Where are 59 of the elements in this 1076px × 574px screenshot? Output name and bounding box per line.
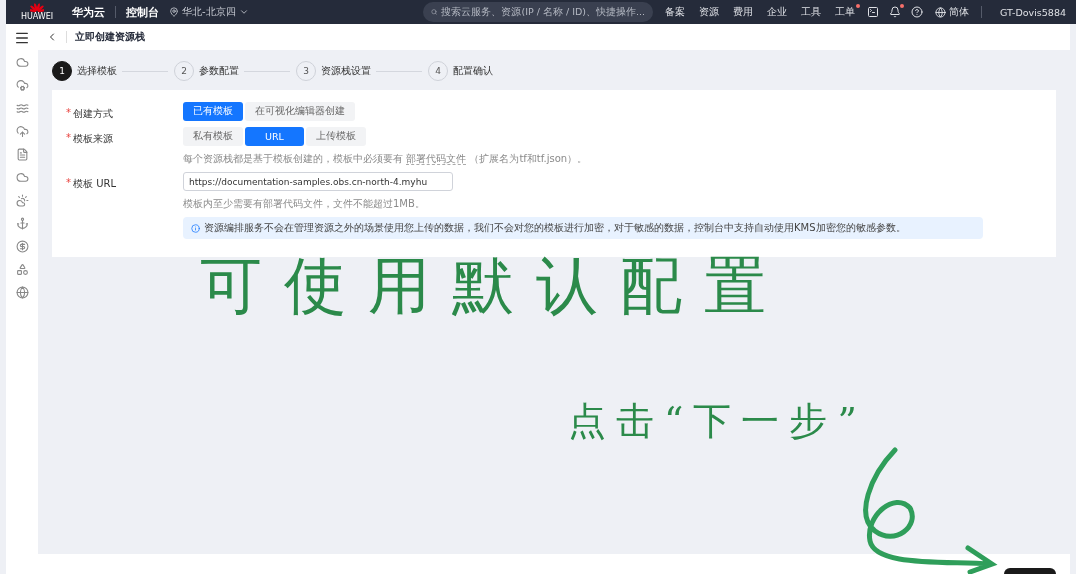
- search-field[interactable]: 搜索云服务、资源(IP / 名称 / ID)、快捷操作...: [423, 2, 654, 22]
- option-button[interactable]: URL: [245, 127, 304, 146]
- petal-logo-icon: [30, 3, 44, 13]
- anchor-icon[interactable]: [15, 217, 29, 230]
- handwritten-annotation: 点击“下一步”: [568, 398, 867, 445]
- handwritten-annotation: 可使用默认配置: [200, 248, 788, 324]
- nav-link[interactable]: 企业: [765, 5, 790, 19]
- option-button[interactable]: 上传模板: [306, 127, 366, 146]
- option-button[interactable]: 在可视化编辑器创建: [245, 102, 355, 121]
- waves-icon[interactable]: [15, 102, 29, 115]
- required-mark: *: [66, 107, 71, 120]
- globe-icon[interactable]: [15, 286, 29, 299]
- cloud-icon[interactable]: [15, 171, 29, 184]
- option-button[interactable]: 已有模板: [183, 102, 243, 121]
- hint-link[interactable]: 部署代码文件: [406, 153, 467, 165]
- cloud-upload-icon[interactable]: [15, 125, 29, 138]
- next-button[interactable]: [1004, 568, 1056, 574]
- url-input[interactable]: https://documentation-samples.obs.cn-north-4.myhu: [183, 172, 453, 191]
- nav-link[interactable]: 备案: [663, 5, 688, 19]
- option-button[interactable]: 私有模板: [183, 127, 243, 146]
- search-icon: [431, 7, 438, 17]
- hint-text: 模板内至少需要有部署代码文件，文件不能超过1MB。: [183, 197, 426, 211]
- logo-text: HUAWEI: [20, 13, 54, 21]
- region-selector[interactable]: 华北-北京四: [169, 5, 249, 19]
- step-label: 资源栈设置: [321, 64, 371, 78]
- coin-icon[interactable]: [15, 240, 29, 253]
- field-label: 模板来源: [73, 132, 113, 146]
- brand-name: 华为云: [72, 4, 105, 20]
- hint-text: 每个资源栈都是基于模板创建的，模板中必须要有 部署代码文件 （扩展名为tf和tf.json）。: [183, 152, 588, 166]
- globe-icon: [935, 6, 947, 18]
- required-mark: *: [66, 177, 71, 190]
- info-icon: [191, 223, 200, 233]
- nav-link[interactable]: 费用: [731, 5, 756, 19]
- step-label: 配置确认: [453, 64, 493, 78]
- nav-link[interactable]: 工单: [833, 5, 858, 19]
- required-mark: *: [66, 132, 71, 145]
- chevron-down-icon: [238, 7, 249, 17]
- console-link[interactable]: 控制台: [126, 4, 159, 20]
- cloud-icon[interactable]: [15, 56, 29, 69]
- menu-icon[interactable]: [14, 30, 30, 46]
- language-selector[interactable]: 简体: [933, 5, 972, 19]
- alert-text: 资源编排服务不会在管理资源之外的场景使用您上传的数据，我们不会对您的模板进行加密，对于敏感的数据，控制台中支持自动使用KMS加密您的敏感参数。: [204, 221, 906, 235]
- bell-icon[interactable]: [889, 6, 902, 18]
- document-icon[interactable]: [15, 148, 29, 161]
- step-number: 1: [52, 61, 72, 81]
- step-label: 参数配置: [199, 64, 239, 78]
- page-title: 立即创建资源栈: [75, 30, 145, 44]
- field-label: 创建方式: [73, 107, 113, 121]
- shapes-icon[interactable]: [15, 263, 29, 276]
- nav-link[interactable]: 资源: [697, 5, 722, 19]
- user-name[interactable]: GT-Dovis5884: [1000, 6, 1066, 18]
- location-pin-icon: [169, 7, 179, 17]
- field-label: 模板 URL: [73, 177, 117, 191]
- nav-link[interactable]: 工具: [799, 5, 824, 19]
- cloud-gear-icon[interactable]: [15, 79, 29, 92]
- help-icon[interactable]: [911, 6, 924, 18]
- step-label: 选择模板: [77, 64, 117, 78]
- terminal-icon[interactable]: [867, 6, 880, 18]
- cloud-sun-icon[interactable]: [15, 194, 29, 207]
